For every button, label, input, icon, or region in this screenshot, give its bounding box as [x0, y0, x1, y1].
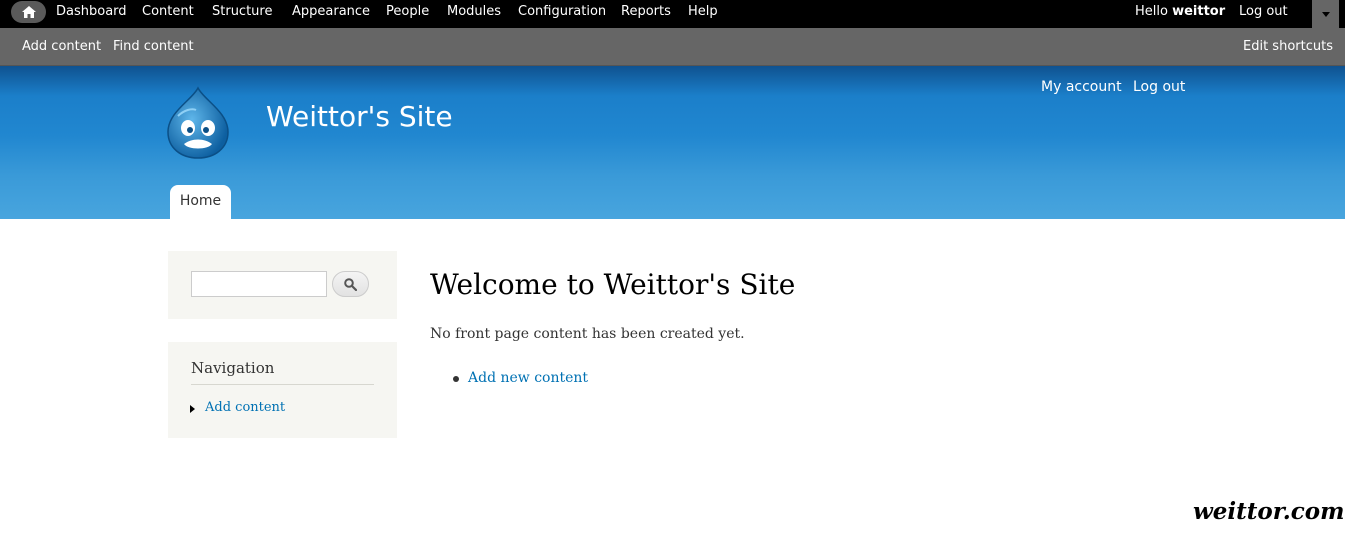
shortcut-add-content[interactable]: Add content [22, 28, 101, 66]
tab-home[interactable]: Home [170, 185, 231, 219]
toolbar-item-dashboard[interactable]: Dashboard [56, 0, 127, 24]
list-bullet [453, 376, 459, 382]
page-title: Welcome to Weittor's Site [430, 268, 796, 301]
navigation-block: Navigation Add content [168, 342, 397, 438]
shortcut-bar: Add content Find content Edit shortcuts [0, 28, 1345, 66]
toolbar-item-modules[interactable]: Modules [447, 0, 501, 24]
toolbar-item-configuration[interactable]: Configuration [518, 0, 606, 24]
navigation-divider [191, 384, 374, 385]
chevron-down-icon [1321, 11, 1330, 17]
home-icon [21, 6, 36, 18]
toolbar-item-structure[interactable]: Structure [212, 0, 272, 24]
toolbar-item-people[interactable]: People [386, 0, 429, 24]
empty-front-page-message: No front page content has been created y… [430, 326, 745, 342]
username-link[interactable]: weittor [1172, 4, 1225, 19]
search-block [168, 251, 397, 319]
greeting-prefix: Hello [1135, 4, 1168, 19]
toolbar-item-appearance[interactable]: Appearance [292, 0, 370, 24]
my-account-link[interactable]: My account [1041, 79, 1122, 95]
search-input[interactable] [191, 271, 327, 297]
toolbar-item-help[interactable]: Help [688, 0, 718, 24]
shortcut-find-content[interactable]: Find content [113, 28, 194, 66]
header-logout-link[interactable]: Log out [1133, 79, 1185, 95]
add-new-content-link[interactable]: Add new content [468, 370, 588, 386]
site-name[interactable]: Weittor's Site [266, 100, 453, 133]
admin-toolbar: Dashboard Content Structure Appearance P… [0, 0, 1345, 28]
watermark: weittor.com [1193, 498, 1345, 525]
toolbar-logout-link[interactable]: Log out [1239, 0, 1288, 24]
user-greeting: Hello weittor [1135, 0, 1225, 24]
search-icon [344, 277, 357, 291]
search-button[interactable] [332, 271, 369, 297]
edit-shortcuts-link[interactable]: Edit shortcuts [1243, 28, 1333, 66]
nav-item-add-content[interactable]: Add content [205, 400, 285, 415]
drupal-logo-icon[interactable] [164, 86, 232, 160]
home-button[interactable] [11, 1, 46, 23]
site-header: Weittor's Site My account Log out Home [0, 66, 1345, 219]
toolbar-item-reports[interactable]: Reports [621, 0, 671, 24]
navigation-title: Navigation [191, 359, 275, 377]
shortcuts-toggle-button[interactable] [1312, 0, 1339, 28]
collapsed-arrow-icon [190, 405, 195, 413]
toolbar-item-content[interactable]: Content [142, 0, 194, 24]
